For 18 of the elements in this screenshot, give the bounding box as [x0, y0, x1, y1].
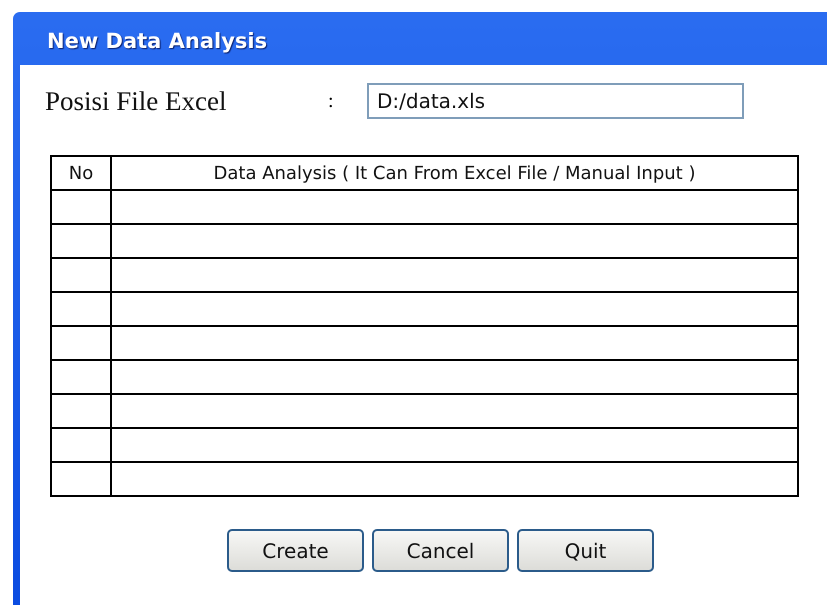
- table-cell: [51, 292, 111, 326]
- table-cell: [51, 326, 111, 360]
- table-cell: [51, 428, 111, 462]
- dialog-button[interactable]: Quit: [517, 529, 654, 572]
- table-cell: [51, 360, 111, 394]
- window-title: New Data Analysis: [46, 28, 268, 55]
- column-header: Data Analysis ( It Can From Excel File / Manual Input ): [111, 156, 798, 190]
- column-header: No: [51, 156, 111, 190]
- separator: :: [328, 90, 335, 112]
- table-cell: [51, 258, 111, 292]
- table-cell: [51, 190, 111, 224]
- dialog-button[interactable]: Create: [227, 529, 364, 572]
- table-cell: [51, 462, 111, 496]
- input-field[interactable]: D:/data.xls: [367, 83, 744, 119]
- field-label: Posisi File Excel: [45, 86, 228, 116]
- table-cell: [51, 224, 111, 258]
- table-cell: [51, 394, 111, 428]
- dialog-button[interactable]: Cancel: [372, 529, 509, 572]
